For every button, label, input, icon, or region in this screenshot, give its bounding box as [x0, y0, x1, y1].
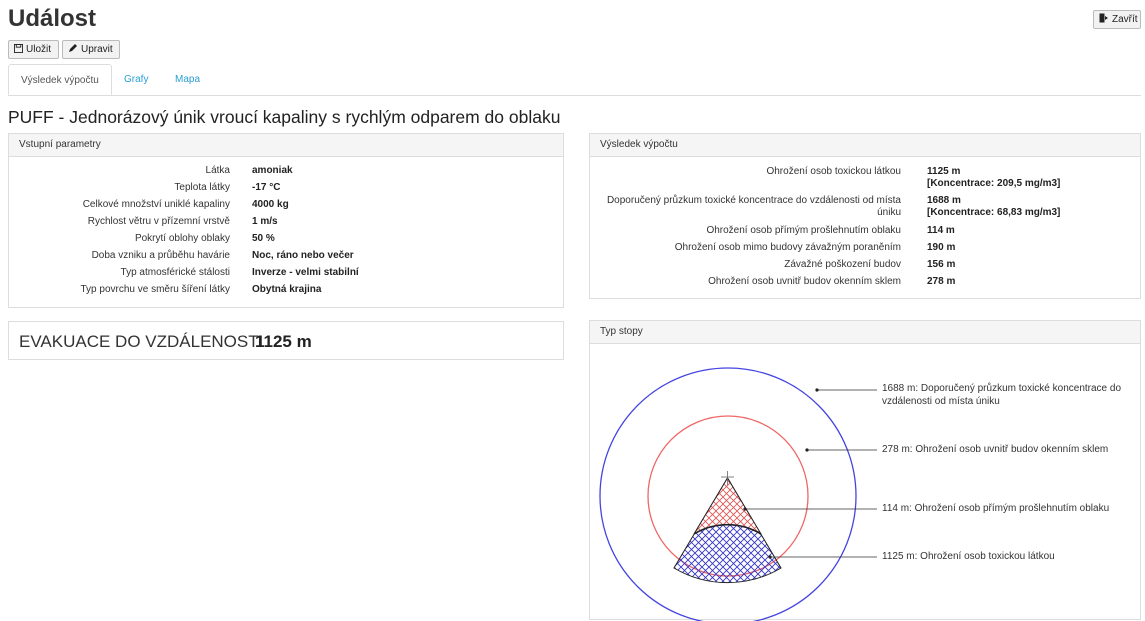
input-params-panel: Vstupní parametry Látka amoniak Teplota …: [8, 133, 564, 308]
result-label: Ohrožení osob toxickou látkou: [766, 166, 901, 177]
param-value: Noc, ráno nebo večer: [252, 250, 354, 261]
exit-door-icon: [1099, 13, 1109, 26]
result-label: Ohrožení osob mimo budovy závažným poran…: [674, 242, 901, 253]
input-params-list: Látka amoniak Teplota látky -17 °C Celko…: [9, 134, 563, 307]
result-value: 114 m: [927, 225, 955, 236]
result-concentration: [Koncentrace: 209,5 mg/m3]: [927, 178, 1061, 189]
param-value: -17 °C: [252, 182, 281, 193]
tab-result[interactable]: Výsledek výpočtu: [8, 64, 112, 95]
close-button[interactable]: Zavřít: [1093, 10, 1141, 29]
pencil-icon: [68, 43, 78, 56]
result-label: Ohrožení osob přímým prošlehnutím oblaku: [706, 225, 901, 236]
param-label: Teplota látky: [174, 182, 230, 193]
trace-label-recon: 1688 m: Doporučený průzkum toxické konce…: [882, 383, 1122, 407]
result-label: Ohrožení osob uvnitř budov okenním sklem: [708, 276, 901, 287]
page-title: Událost: [8, 5, 97, 32]
evacuation-label: EVAKUACE DO VZDÁLENOSTI: [19, 332, 264, 351]
result-value: 278 m: [927, 276, 956, 287]
param-value: 1 m/s: [252, 216, 278, 227]
trace-label-cloud: 114 m: Ohrožení osob přímým prošlehnutím…: [882, 503, 1110, 514]
edit-button[interactable]: Upravit: [62, 40, 120, 59]
edit-button-label: Upravit: [81, 44, 113, 55]
trace-label-glass: 278 m: Ohrožení osob uvnitř budov okenní…: [882, 444, 1109, 455]
save-button[interactable]: Uložit: [8, 40, 59, 59]
param-value: 50 %: [252, 233, 275, 244]
param-label: Látka: [205, 165, 230, 176]
result-label: Doporučený průzkum toxické koncentrace d…: [606, 195, 901, 206]
save-button-label: Uložit: [26, 44, 52, 55]
results-panel: Výsledek výpočtu Ohrožení osob toxickou …: [589, 133, 1141, 299]
result-label-cont: úniku: [877, 207, 901, 218]
param-label: Rychlost větru v přízemní vrstvě: [87, 216, 230, 227]
result-label: Závažné poškození budov: [784, 259, 901, 270]
tab-charts[interactable]: Grafy: [112, 64, 160, 95]
result-value: 190 m: [927, 242, 956, 253]
tab-bar: Výsledek výpočtu Grafy Mapa: [8, 64, 1141, 96]
evacuation-box: EVAKUACE DO VZDÁLENOSTI 1125 m: [8, 321, 564, 360]
trace-header: Typ stopy: [590, 321, 1140, 344]
result-value: 1125 m: [927, 166, 961, 177]
param-label: Pokrytí oblohy oblaky: [134, 233, 230, 244]
close-button-label: Zavřít: [1112, 14, 1138, 25]
result-value: 156 m: [927, 259, 956, 270]
param-label: Typ povrchu ve směru šíření látky: [80, 284, 230, 295]
param-value: amoniak: [252, 165, 293, 176]
param-label: Doba vzniku a průběhu havárie: [91, 250, 230, 261]
param-value: Inverze - velmi stabilní: [252, 267, 359, 278]
evacuation-value: 1125 m: [255, 332, 312, 351]
floppy-disk-icon: [14, 43, 23, 56]
trace-label-toxic: 1125 m: Ohrožení osob toxickou látkou: [882, 551, 1055, 562]
param-value: Obytná krajina: [252, 284, 322, 295]
page-subtitle: PUFF - Jednorázový únik vroucí kapaliny …: [8, 107, 561, 127]
tab-map[interactable]: Mapa: [163, 64, 212, 95]
trace-panel: Typ stopy 1688 m: Doporučený průzkum tox…: [589, 320, 1141, 621]
param-value: 4000 kg: [252, 199, 289, 210]
results-header: Výsledek výpočtu: [590, 134, 1140, 157]
param-label: Celkové množství uniklé kapaliny: [82, 199, 230, 210]
result-value: 1688 m: [927, 195, 961, 206]
result-concentration: [Koncentrace: 68,83 mg/m3]: [927, 207, 1061, 218]
param-label: Typ atmosférické stálosti: [120, 267, 230, 278]
